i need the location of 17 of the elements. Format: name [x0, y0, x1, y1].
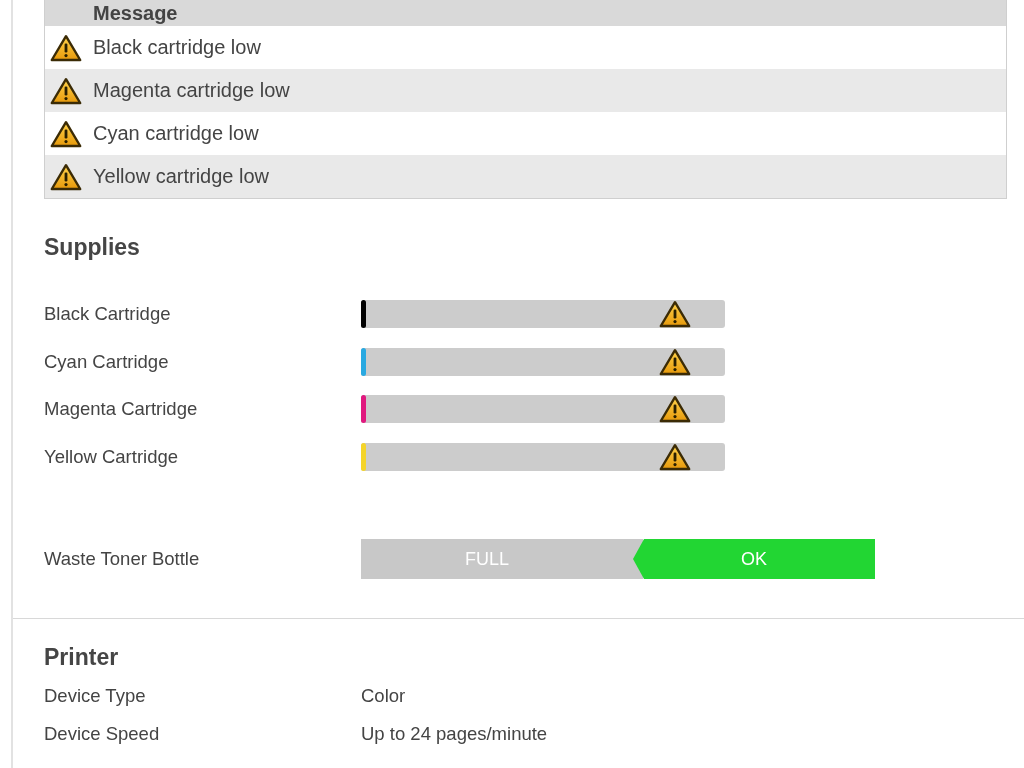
property-label: Device Speed	[44, 723, 161, 745]
cartridge-label: Cyan Cartridge	[44, 350, 170, 373]
property-label: Device Type	[44, 685, 147, 707]
cartridge-label: Yellow Cartridge	[44, 445, 180, 468]
waste-toner-label: Waste Toner Bottle	[44, 548, 201, 570]
section-heading: Supplies	[44, 233, 141, 261]
cartridge-label: Magenta Cartridge	[44, 398, 199, 421]
property-value: Up to 24 pages/minute	[361, 723, 549, 745]
message-text: Magenta cartridge low	[93, 79, 290, 102]
property-value: Color	[361, 685, 407, 707]
message-text: Black cartridge low	[93, 36, 261, 59]
section-heading: Printer	[44, 643, 120, 671]
status-segment: OK	[633, 539, 875, 579]
column-header: Message	[93, 1, 178, 25]
cartridge-label: Black Cartridge	[44, 303, 172, 326]
message-text: Yellow cartridge low	[93, 165, 269, 188]
message-text: Cyan cartridge low	[93, 122, 259, 145]
